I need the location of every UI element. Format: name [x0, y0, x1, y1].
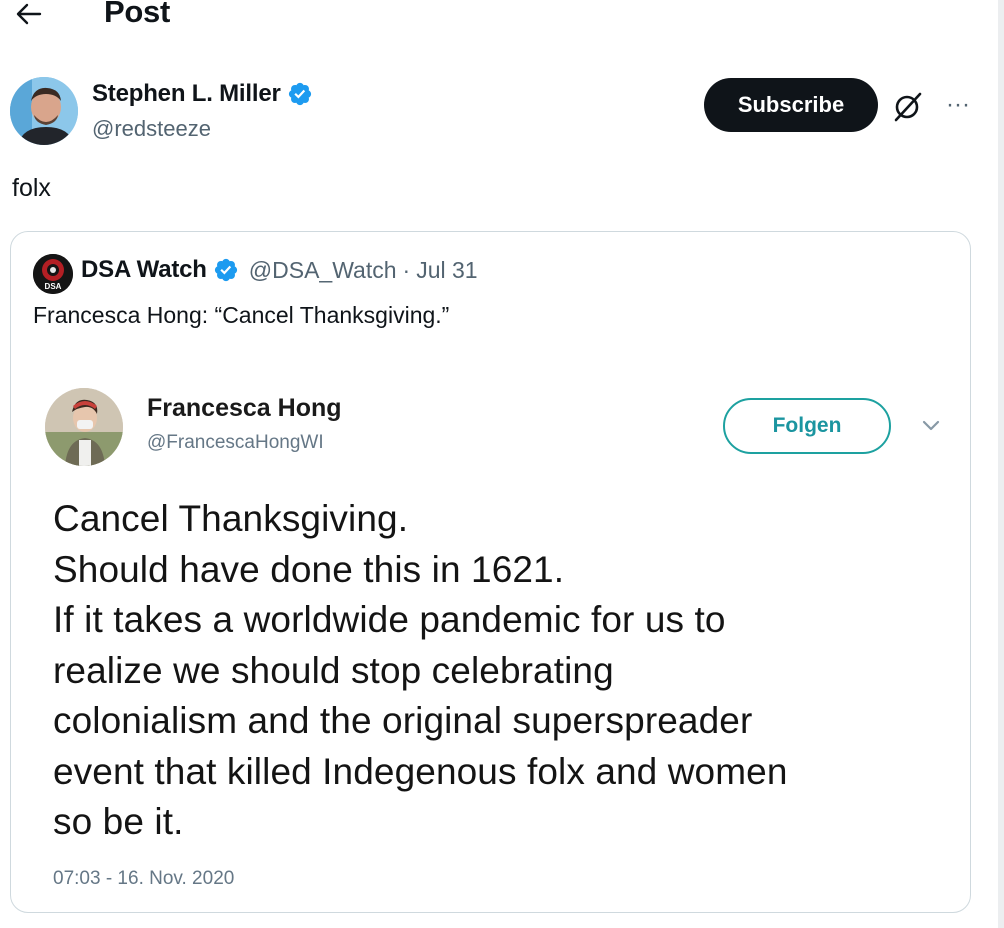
- author-name-row: Stephen L. Miller: [92, 80, 313, 108]
- embedded-line: colonialism and the original superspread…: [53, 700, 753, 741]
- verified-badge-icon[interactable]: [287, 81, 313, 107]
- grok-button[interactable]: [888, 86, 928, 126]
- author-avatar[interactable]: [10, 77, 78, 145]
- more-horizontal-icon: ···: [946, 91, 970, 118]
- embedded-author-avatar: [45, 388, 123, 466]
- embedded-line: event that killed Indegenous folx and wo…: [53, 750, 788, 792]
- avatar-image: [10, 77, 78, 145]
- embedded-author-handle: @FrancescaHongWI: [147, 432, 324, 453]
- follow-button: Folgen: [723, 398, 891, 454]
- quote-header: DSA Watch @DSA_Watch · Jul 31: [81, 256, 478, 284]
- embedded-timestamp: 07:03 - 16. Nov. 2020: [53, 868, 235, 889]
- quote-text: Francesca Hong: “Cancel Thanksgiving.”: [33, 302, 450, 328]
- dsa-logo-icon: DSA: [33, 254, 73, 294]
- embedded-line: realize we should stop celebrating: [53, 649, 614, 691]
- embedded-line: so be it.: [53, 801, 184, 842]
- subscribe-button[interactable]: Subscribe: [704, 78, 878, 132]
- back-button[interactable]: [14, 0, 44, 28]
- author-handle[interactable]: @redsteeze: [92, 116, 211, 142]
- quote-author-handle: @DSA_Watch: [248, 256, 397, 283]
- embedded-tweet-image[interactable]: Francesca Hong @FrancescaHongWI Folgen C…: [21, 362, 959, 902]
- embedded-tweet-body: Cancel Thanksgiving. Should have done th…: [53, 494, 788, 848]
- more-button[interactable]: ···: [940, 90, 976, 120]
- verified-badge-icon: [214, 258, 237, 282]
- quote-author-avatar[interactable]: DSA: [33, 254, 73, 294]
- embedded-line: Cancel Thanksgiving.: [53, 498, 409, 539]
- post-page: Post Stephen L. Miller @redsteeze Subscr…: [0, 0, 1004, 928]
- arrow-left-icon: [16, 3, 42, 25]
- post-header: Post: [0, 0, 998, 40]
- grok-icon: [894, 92, 922, 122]
- quote-date[interactable]: Jul 31: [416, 257, 477, 284]
- scrollbar-track[interactable]: [998, 0, 1004, 928]
- separator-dot: ·: [402, 256, 411, 283]
- tweet-text: folx: [12, 174, 51, 202]
- page-title: Post: [104, 0, 170, 29]
- embedded-line: If it takes a worldwide pandemic for us …: [53, 599, 726, 640]
- quote-author-name[interactable]: DSA Watch: [81, 256, 207, 284]
- embedded-line: Should have done this in 1621.: [53, 548, 565, 590]
- author-name[interactable]: Stephen L. Miller: [92, 80, 281, 108]
- chevron-down-icon: [922, 420, 940, 431]
- embedded-author-name: Francesca Hong: [147, 394, 342, 422]
- dsa-logo-text: DSA: [45, 282, 62, 291]
- avatar-image: [45, 388, 123, 466]
- quote-tweet-card[interactable]: DSA DSA Watch @DSA_Watch · Jul 31 France…: [10, 231, 971, 913]
